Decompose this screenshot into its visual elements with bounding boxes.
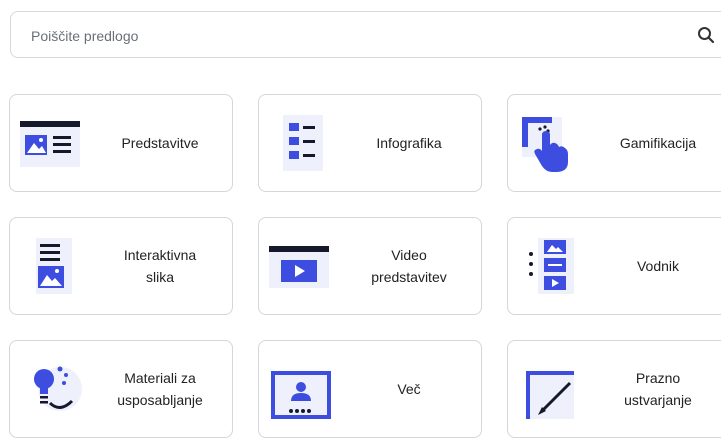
video-presentation-icon	[269, 246, 329, 288]
search-input[interactable]	[29, 12, 633, 59]
card-label: Infografika	[376, 135, 442, 151]
template-card-interactive-image[interactable]: Interaktivna slika	[9, 217, 233, 315]
template-card-video-presentation[interactable]: Video predstavitev	[258, 217, 482, 315]
card-label: Interaktivna slika	[123, 247, 197, 285]
infographic-icon	[283, 115, 323, 171]
card-label: Gamifikacija	[619, 135, 697, 151]
search-icon[interactable]	[697, 26, 715, 44]
presentation-icon	[20, 121, 80, 167]
guide-icon	[529, 238, 574, 294]
template-card-guide[interactable]: Vodnik	[507, 217, 721, 315]
template-card-gamification[interactable]: Gamifikacija	[507, 94, 721, 192]
training-materials-icon	[34, 366, 82, 411]
more-icon	[271, 371, 331, 419]
card-label: Predstavitve	[121, 135, 199, 151]
card-label: Vodnik	[636, 258, 680, 274]
card-label: Več	[397, 381, 421, 397]
template-card-more[interactable]: Več	[258, 340, 482, 438]
gamification-icon	[522, 117, 568, 172]
template-card-training-materials[interactable]: Materiali za usposabljanje	[9, 340, 233, 438]
card-label: Video predstavitev	[371, 247, 447, 285]
search-bar[interactable]	[10, 11, 721, 59]
template-card-infographic[interactable]: Infografika	[258, 94, 482, 192]
blank-create-icon	[526, 371, 574, 419]
interactive-image-icon	[36, 238, 72, 294]
card-label: Prazno ustvarjanje	[624, 370, 692, 408]
template-card-blank-create[interactable]: Prazno ustvarjanje	[507, 340, 721, 438]
template-card-presentations[interactable]: Predstavitve	[9, 94, 233, 192]
card-label: Materiali za usposabljanje	[117, 370, 203, 408]
